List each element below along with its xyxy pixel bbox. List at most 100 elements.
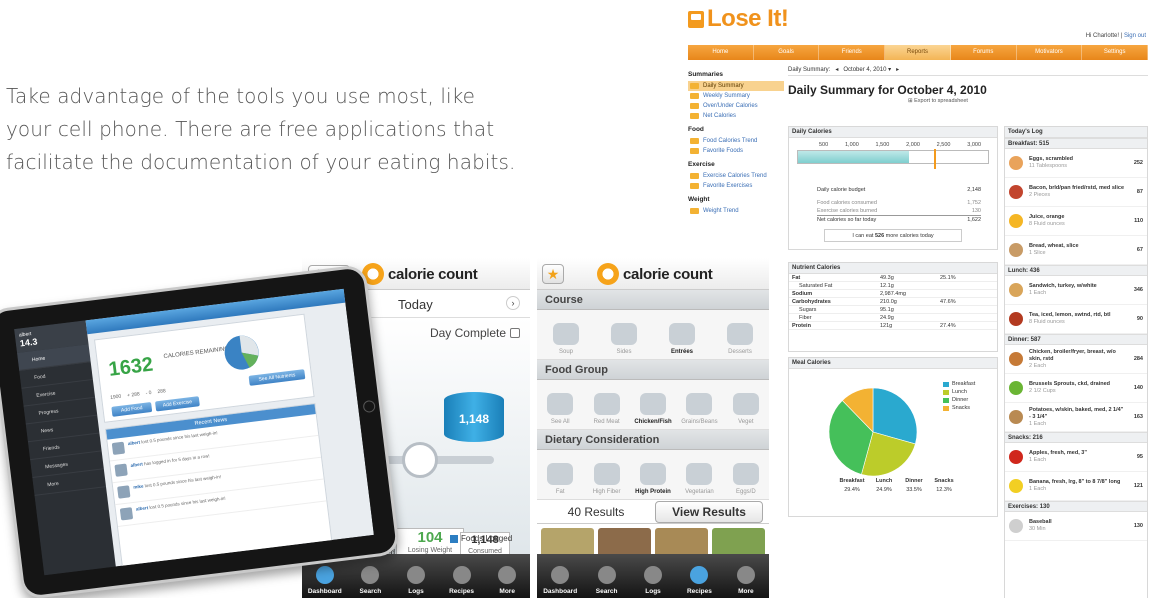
date-dropdown-icon[interactable]: ▾ <box>888 67 891 73</box>
tab-logs[interactable]: Logs <box>630 554 676 598</box>
phone-recipes-screen: ★ calorie count Course Soup Sides Entrées De… <box>537 258 769 598</box>
see-all-nutrients-button[interactable]: See All Nutrients <box>248 369 306 386</box>
loseit-logo[interactable]: Lose It! <box>688 4 789 34</box>
nutrient-percent: 27.4% <box>940 323 956 329</box>
legend-label: Snacks <box>952 405 971 411</box>
sidebar-item-label: Weekly Summary <box>703 93 750 99</box>
log-food-item[interactable]: Juice, orange 8 Fluid ounces 110 <box>1005 207 1147 236</box>
filter-section-header: Food Group <box>537 360 769 380</box>
tab-more[interactable]: More <box>723 554 769 598</box>
sidebar-item-over-under-calories[interactable]: Over/Under Calories <box>688 101 784 111</box>
sidebar-item-weekly-summary[interactable]: Weekly Summary <box>688 91 784 101</box>
filter-option-fat[interactable]: Fat <box>537 450 583 499</box>
next-day-icon[interactable]: ▸ <box>896 67 899 73</box>
log-food-item[interactable]: Apples, fresh, med, 3" 1 Each 95 <box>1005 443 1147 472</box>
view-results-button[interactable]: View Results <box>655 500 763 523</box>
filter-option-sides[interactable]: Sides <box>595 310 653 359</box>
nav-tab-settings[interactable]: Settings <box>1082 45 1149 60</box>
tab-recipes[interactable]: Recipes <box>676 554 722 598</box>
chevron-right-icon[interactable]: › <box>506 296 520 310</box>
tab-search[interactable]: Search <box>583 554 629 598</box>
report-icon <box>690 103 699 109</box>
add-exercise-button[interactable]: Add Exercise <box>154 396 200 412</box>
meal-column-header: Lunch <box>875 478 893 484</box>
log-food-item[interactable]: Bread, wheat, slice 1 Slice 67 <box>1005 236 1147 265</box>
filter-option-label: Soup <box>558 349 573 355</box>
log-food-item[interactable]: Sandwich, turkey, w/white 1 Each 346 <box>1005 276 1147 305</box>
cta-post: more calories today <box>885 233 934 239</box>
food-description: Baseball 30 Min <box>1029 519 1125 533</box>
day-complete-checkbox[interactable] <box>510 328 520 338</box>
meal-column-header: Dinner <box>905 478 923 484</box>
day-complete-toggle[interactable]: Day Complete <box>430 326 520 340</box>
sign-out-link[interactable]: Sign out <box>1124 33 1146 39</box>
nav-tab-goals[interactable]: Goals <box>754 45 820 60</box>
food-name: Chicken, broiler/fryer, breast, w/o skin… <box>1029 348 1116 362</box>
tab-logs[interactable]: Logs <box>393 554 439 598</box>
calorie-equation-term: 288 <box>157 388 167 396</box>
sidebar-item-favorite-exercises[interactable]: Favorite Exercises <box>688 181 784 191</box>
prev-day-icon[interactable]: ◂ <box>835 67 838 73</box>
sidebar-item-daily-summary[interactable]: Daily Summary <box>688 81 784 91</box>
report-icon <box>690 148 699 154</box>
user-greeting-text: Hi Charlotte! <box>1085 33 1120 39</box>
export-label: Export to spreadsheet <box>914 98 968 104</box>
legend-item-breakfast: Breakfast <box>943 380 975 388</box>
date-selector[interactable]: October 4, 2010 <box>843 67 886 73</box>
sidebar-item-favorite-foods[interactable]: Favorite Foods <box>688 146 784 156</box>
meal-percent-value: 33.5% <box>906 487 922 493</box>
panel-header: Meal Calories <box>789 358 997 369</box>
filter-option-desserts[interactable]: Desserts <box>711 310 769 359</box>
add-food-button[interactable]: Add Food <box>111 402 153 417</box>
food-name: Baseball <box>1029 519 1052 525</box>
log-food-item[interactable]: Potatoes, w/skin, baked, med, 2 1/4" - 3… <box>1005 403 1147 432</box>
sidebar-item-exercise-calories-trend[interactable]: Exercise Calories Trend <box>688 171 784 181</box>
filter-option-see-all[interactable]: See All <box>537 380 583 429</box>
filter-option-soup[interactable]: Soup <box>537 310 595 359</box>
log-food-item[interactable]: Baseball 30 Min 130 <box>1005 512 1147 541</box>
legend-label: Breakfast <box>952 381 976 387</box>
sidebar-item-food-calories-trend[interactable]: Food Calories Trend <box>688 136 784 146</box>
log-food-item[interactable]: Chicken, broiler/fryer, breast, w/o skin… <box>1005 345 1147 374</box>
filter-option-chicken-fish[interactable]: Chicken/Fish <box>630 380 676 429</box>
log-food-item[interactable]: Bacon, brld/pan fried/rstd, med slice 2 P… <box>1005 178 1147 207</box>
meal-column-header: Breakfast <box>839 478 865 484</box>
scale-tick-label: 3,000 <box>967 142 981 148</box>
food-name: Bread, wheat, slice <box>1029 243 1079 249</box>
log-food-item[interactable]: Brussels Sprouts, ckd, drained 2 1/2 Cups… <box>1005 374 1147 403</box>
log-food-item[interactable]: Eggs, scrambled 11 Tablespoons 252 <box>1005 149 1147 178</box>
filter-option-veget[interactable]: Veget <box>723 380 769 429</box>
favorite-star-icon[interactable]: ★ <box>542 264 564 284</box>
sidebar-item-weight-trend[interactable]: Weight Trend <box>688 206 784 216</box>
nav-tab-home[interactable]: Home <box>688 45 754 60</box>
log-food-item[interactable]: Banana, fresh, lrg, 8" to 8 7/8" long 1 E… <box>1005 472 1147 501</box>
food-description: Tea, iced, lemon, swtnd, rtd, btl 8 Fluid… <box>1029 312 1125 326</box>
nav-tab-reports[interactable]: Reports <box>885 45 951 60</box>
filter-option-grains-beans[interactable]: Grains/Beans <box>676 380 722 429</box>
filter-option-vegetarian[interactable]: Vegetarian <box>676 450 722 499</box>
food-category-icon <box>669 323 695 345</box>
foods-logged-legend: Foods Logged <box>450 534 512 543</box>
filter-option-label: Veget <box>738 419 754 425</box>
filter-option-high-fiber[interactable]: High Fiber <box>583 450 629 499</box>
sidebar-item-net-calories[interactable]: Net Calories <box>688 111 784 121</box>
filter-option-entr-es[interactable]: Entrées <box>653 310 711 359</box>
nav-tab-motivators[interactable]: Motivators <box>1017 45 1083 60</box>
food-description: Bacon, brld/pan fried/rstd, med slice 2 P… <box>1029 185 1125 199</box>
log-food-item[interactable]: Tea, iced, lemon, swtnd, rtd, btl 8 Fluid… <box>1005 305 1147 334</box>
legend-label: Dinner <box>952 397 969 403</box>
tab-search[interactable]: Search <box>348 554 394 598</box>
export-link[interactable]: ⊞ Export to spreadsheet <box>908 98 1148 104</box>
filter-option-eggs-d[interactable]: Eggs/D <box>723 450 769 499</box>
food-description: Bread, wheat, slice 1 Slice <box>1029 243 1125 257</box>
nav-tab-forums[interactable]: Forums <box>951 45 1017 60</box>
filter-option-high-protein[interactable]: High Protein <box>630 450 676 499</box>
nav-tab-friends[interactable]: Friends <box>819 45 886 60</box>
tab-recipes[interactable]: Recipes <box>439 554 485 598</box>
tab-more[interactable]: More <box>484 554 530 598</box>
filter-option-red-meat[interactable]: Red Meat <box>583 380 629 429</box>
food-category-icon <box>593 463 620 485</box>
calorie-row: Food calories consumed 1,752 <box>817 199 981 207</box>
food-category-icon <box>686 393 713 415</box>
tab-dashboard[interactable]: Dashboard <box>537 554 583 598</box>
